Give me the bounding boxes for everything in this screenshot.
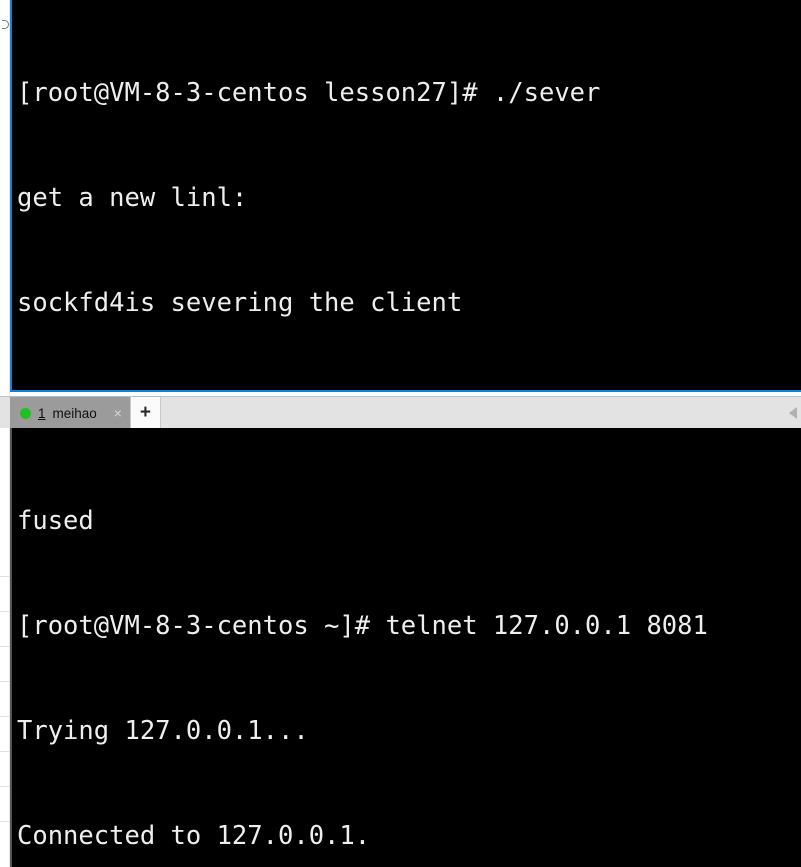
bottom-terminal-screen[interactable]: fused [root@VM-8-3-centos ~]# telnet 127… bbox=[10, 428, 801, 867]
gutter-tick-marks bbox=[0, 428, 10, 867]
top-terminal-screen[interactable]: [root@VM-8-3-centos lesson27]# ./sever g… bbox=[12, 0, 801, 392]
top-terminal-frame: [root@VM-8-3-centos lesson27]# ./sever g… bbox=[10, 0, 801, 396]
terminal-line: Trying 127.0.0.1... bbox=[17, 716, 309, 746]
tab-title-label: meihao bbox=[52, 405, 97, 421]
terminal-line: sockfd4is severing the client bbox=[17, 288, 463, 318]
close-icon[interactable]: × bbox=[114, 406, 122, 420]
tab-bar: 1 meihao × + bbox=[0, 396, 801, 429]
left-gutter-top bbox=[0, 0, 10, 396]
tab-scroll-left-button[interactable] bbox=[785, 397, 801, 428]
tab-index-label: 1 bbox=[38, 405, 46, 421]
terminal-line: Connected to 127.0.0.1. bbox=[17, 821, 371, 851]
terminal-line: get a new linl: bbox=[17, 183, 248, 213]
bottom-terminal-pane[interactable]: fused [root@VM-8-3-centos ~]# telnet 127… bbox=[0, 428, 801, 867]
terminal-line: fused bbox=[17, 506, 94, 536]
left-gutter-bottom bbox=[0, 428, 10, 867]
pane-marker-icon bbox=[2, 20, 9, 29]
tab-status-dot-icon bbox=[20, 407, 31, 419]
add-tab-button[interactable]: + bbox=[129, 397, 161, 429]
terminal-line: sockfd4is severing the client bbox=[17, 391, 801, 392]
tab-bar-empty-space bbox=[160, 397, 785, 428]
terminal-line: [root@VM-8-3-centos lesson27]# ./sever bbox=[17, 78, 601, 108]
tab-bar-leading-space bbox=[0, 397, 10, 428]
top-terminal-screen-border[interactable]: [root@VM-8-3-centos lesson27]# ./sever g… bbox=[10, 0, 801, 392]
top-terminal-pane[interactable]: [root@VM-8-3-centos lesson27]# ./sever g… bbox=[0, 0, 801, 396]
terminal-application-window: [root@VM-8-3-centos lesson27]# ./sever g… bbox=[0, 0, 801, 867]
terminal-line: [root@VM-8-3-centos ~]# telnet 127.0.0.1… bbox=[17, 611, 708, 641]
tab-meihao[interactable]: 1 meihao × bbox=[10, 397, 130, 429]
bottom-terminal-text[interactable]: fused [root@VM-8-3-centos ~]# telnet 127… bbox=[12, 428, 801, 867]
chevron-left-icon bbox=[789, 406, 797, 419]
